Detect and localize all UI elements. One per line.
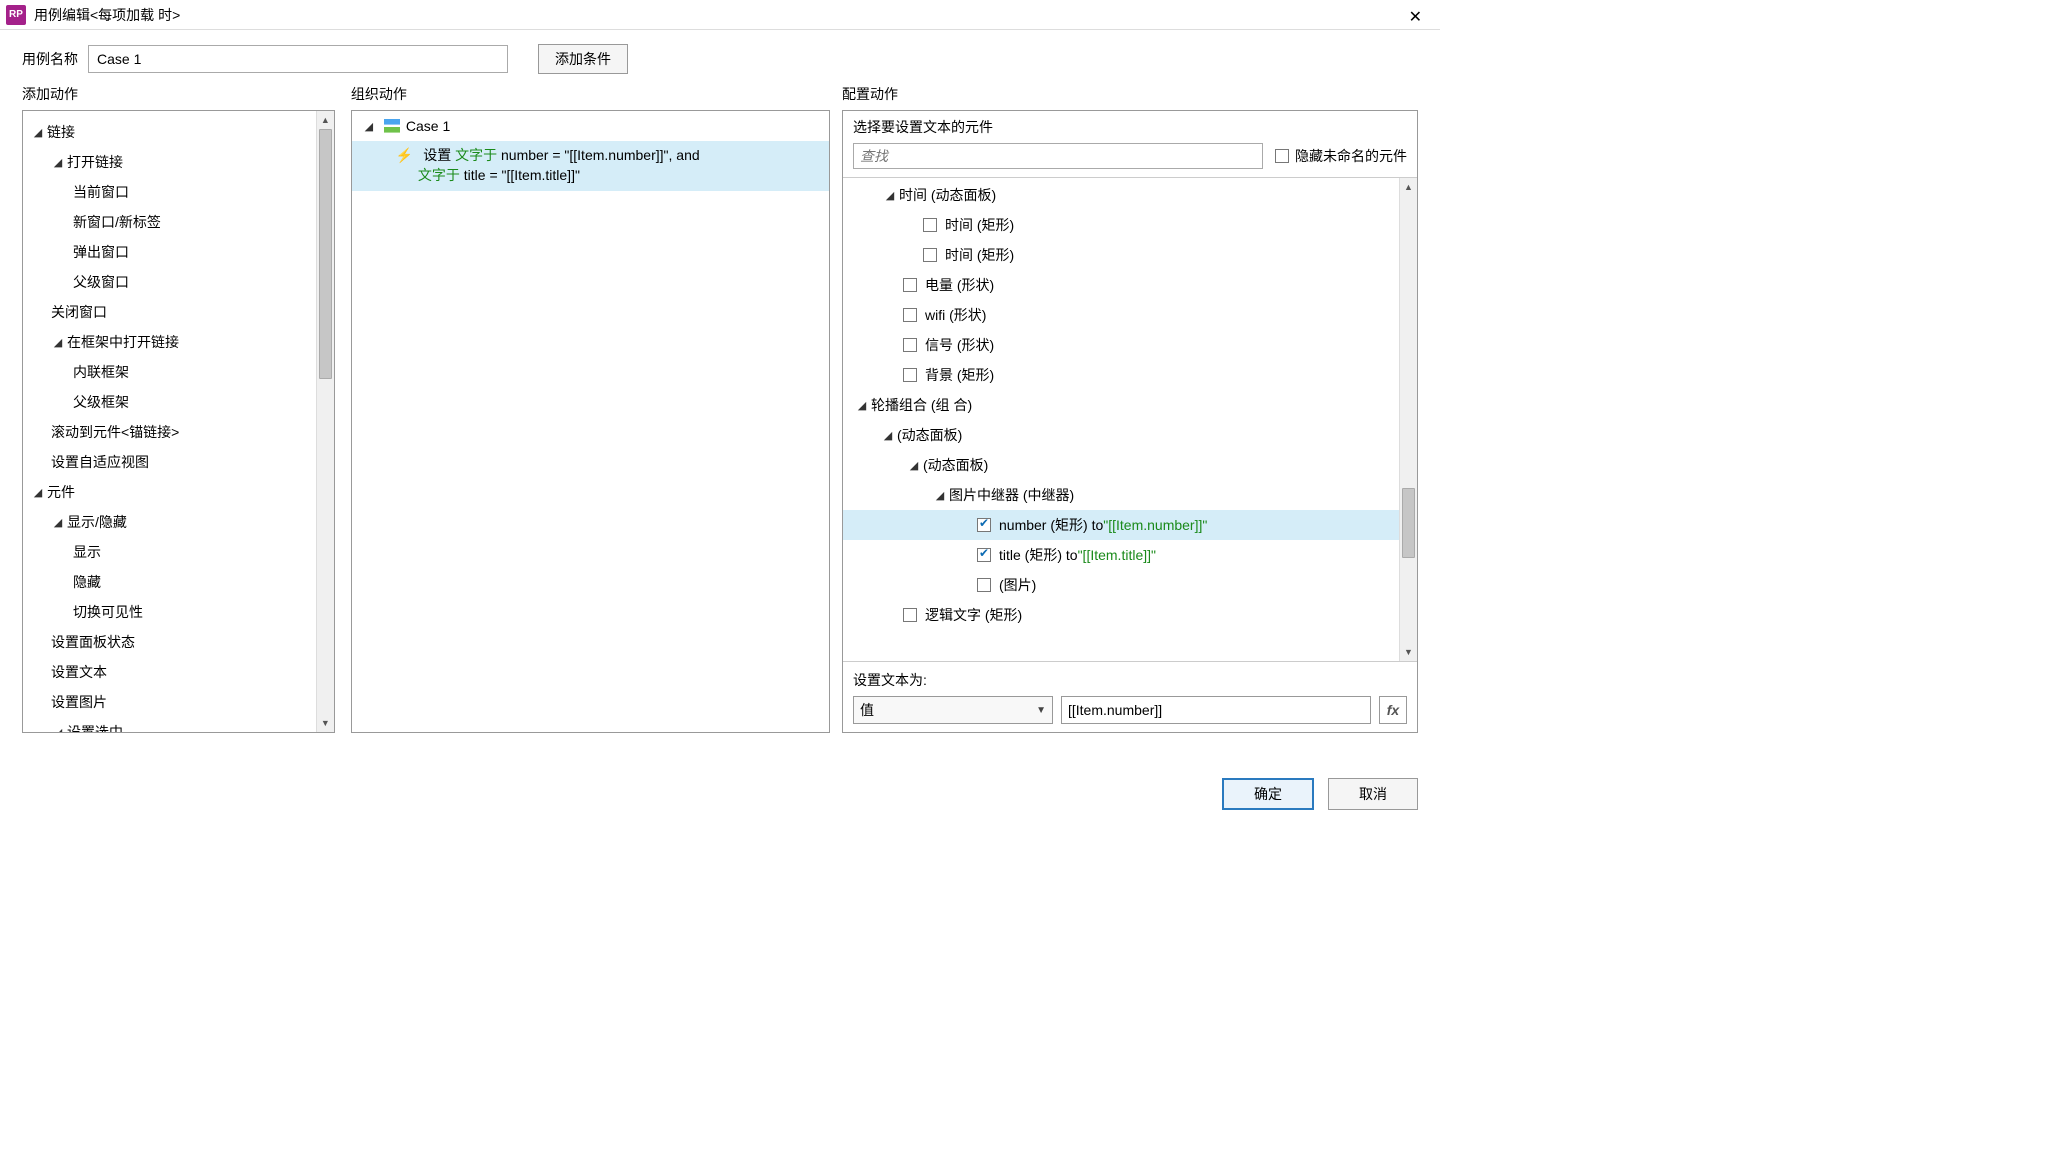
checkbox-icon[interactable] bbox=[977, 578, 991, 592]
checkbox-icon[interactable] bbox=[923, 248, 937, 262]
tree-item[interactable]: 滚动到元件<锚链接> bbox=[23, 417, 334, 447]
case-icon bbox=[384, 119, 400, 133]
fx-button[interactable]: fx bbox=[1379, 696, 1407, 724]
tree-item[interactable]: 时间 (矩形) bbox=[843, 210, 1417, 240]
checkbox-icon[interactable] bbox=[903, 278, 917, 292]
tree-item[interactable]: 图片中继器 (中继器) bbox=[843, 480, 1417, 510]
chevron-down-icon[interactable] bbox=[51, 156, 65, 169]
tree-item[interactable]: 电量 (形状) bbox=[843, 270, 1417, 300]
checkbox-icon[interactable] bbox=[1275, 149, 1289, 163]
cancel-button[interactable]: 取消 bbox=[1328, 778, 1418, 810]
chevron-down-icon[interactable] bbox=[51, 516, 65, 529]
tree-item[interactable]: 逻辑文字 (矩形) bbox=[843, 600, 1417, 630]
tree-item[interactable]: 新窗口/新标签 bbox=[23, 207, 334, 237]
action-item[interactable]: ⚡ 设置 文字于 number = "[[Item.number]]", and… bbox=[352, 141, 829, 191]
scroll-down-icon[interactable]: ▼ bbox=[317, 714, 334, 732]
organize-action-heading: 组织动作 bbox=[351, 84, 830, 104]
chevron-down-icon: ▼ bbox=[1036, 705, 1046, 716]
checkbox-icon[interactable] bbox=[903, 308, 917, 322]
ok-button[interactable]: 确定 bbox=[1222, 778, 1314, 810]
dialog-title: 用例编辑<每项加载 时> bbox=[34, 5, 180, 25]
tree-item[interactable]: 设置自适应视图 bbox=[23, 447, 334, 477]
case-label: Case 1 bbox=[406, 118, 450, 134]
tree-item[interactable]: 设置文本 bbox=[23, 657, 334, 687]
chevron-down-icon[interactable] bbox=[883, 189, 897, 202]
tree-item[interactable]: 背景 (矩形) bbox=[843, 360, 1417, 390]
case-name-input[interactable] bbox=[88, 45, 508, 73]
scroll-thumb[interactable] bbox=[319, 129, 332, 379]
tree-item[interactable]: 时间 (矩形) bbox=[843, 240, 1417, 270]
tree-item[interactable]: 关闭窗口 bbox=[23, 297, 334, 327]
tree-item[interactable]: 切换可见性 bbox=[23, 597, 334, 627]
bolt-icon: ⚡ bbox=[396, 147, 413, 163]
tree-item[interactable]: 时间 (动态面板) bbox=[843, 180, 1417, 210]
tree-item[interactable]: 当前窗口 bbox=[23, 177, 334, 207]
tree-item[interactable]: (动态面板) bbox=[843, 450, 1417, 480]
case-row[interactable]: Case 1 bbox=[352, 111, 829, 141]
tree-item[interactable]: 内联框架 bbox=[23, 357, 334, 387]
case-name-label: 用例名称 bbox=[22, 49, 78, 69]
tree-item[interactable]: (图片) bbox=[843, 570, 1417, 600]
checkbox-icon[interactable] bbox=[977, 548, 991, 562]
tree-item[interactable]: 设置面板状态 bbox=[23, 627, 334, 657]
checkbox-icon[interactable] bbox=[903, 338, 917, 352]
scroll-down-icon[interactable]: ▼ bbox=[1400, 643, 1417, 661]
expression-input[interactable] bbox=[1061, 696, 1371, 724]
search-input[interactable] bbox=[853, 143, 1263, 169]
tree-item[interactable]: 设置图片 bbox=[23, 687, 334, 717]
checkbox-icon[interactable] bbox=[903, 368, 917, 382]
tree-item[interactable]: 弹出窗口 bbox=[23, 237, 334, 267]
scrollbar[interactable]: ▲ ▼ bbox=[1399, 178, 1417, 661]
tree-item[interactable]: 父级框架 bbox=[23, 387, 334, 417]
hide-unnamed-checkbox[interactable]: 隐藏未命名的元件 bbox=[1275, 146, 1407, 166]
select-widget-label: 选择要设置文本的元件 bbox=[853, 117, 1407, 137]
tree-item-link[interactable]: 链接 bbox=[23, 117, 334, 147]
chevron-down-icon[interactable] bbox=[51, 726, 65, 734]
chevron-down-icon[interactable] bbox=[933, 489, 947, 502]
chevron-down-icon[interactable] bbox=[855, 399, 869, 412]
tree-item-open-in-frame[interactable]: 在框架中打开链接 bbox=[23, 327, 334, 357]
tree-item[interactable]: 显示 bbox=[23, 537, 334, 567]
tree-item-title[interactable]: title (矩形) to "[[Item.title]]" bbox=[843, 540, 1417, 570]
chevron-down-icon[interactable] bbox=[881, 429, 895, 442]
action-tree[interactable]: 链接 打开链接 当前窗口 新窗口/新标签 弹出窗口 父级窗口 关闭窗口 在框架中… bbox=[23, 111, 334, 733]
scroll-thumb[interactable] bbox=[1402, 488, 1415, 558]
tree-item[interactable]: 信号 (形状) bbox=[843, 330, 1417, 360]
chevron-down-icon[interactable] bbox=[362, 120, 376, 133]
close-icon[interactable]: ✕ bbox=[1401, 5, 1430, 29]
tree-item-set-selected[interactable]: 设置选中 bbox=[23, 717, 334, 733]
tree-item[interactable]: 隐藏 bbox=[23, 567, 334, 597]
checkbox-icon[interactable] bbox=[923, 218, 937, 232]
checkbox-icon[interactable] bbox=[977, 518, 991, 532]
checkbox-icon[interactable] bbox=[903, 608, 917, 622]
set-text-as-label: 设置文本为: bbox=[853, 670, 1407, 690]
scroll-up-icon[interactable]: ▲ bbox=[317, 111, 334, 129]
title-bar: RP 用例编辑<每项加载 时> ✕ bbox=[0, 0, 1440, 30]
chevron-down-icon[interactable] bbox=[31, 486, 45, 499]
add-condition-button[interactable]: 添加条件 bbox=[538, 44, 628, 74]
tree-item[interactable]: 父级窗口 bbox=[23, 267, 334, 297]
add-action-heading: 添加动作 bbox=[22, 84, 335, 104]
tree-item-number[interactable]: number (矩形) to "[[Item.number]]" bbox=[843, 510, 1417, 540]
scrollbar[interactable]: ▲ ▼ bbox=[316, 111, 334, 732]
value-type-dropdown[interactable]: 值 ▼ bbox=[853, 696, 1053, 724]
tree-item-open-link[interactable]: 打开链接 bbox=[23, 147, 334, 177]
tree-item-show-hide[interactable]: 显示/隐藏 bbox=[23, 507, 334, 537]
tree-item-widget[interactable]: 元件 bbox=[23, 477, 334, 507]
app-icon: RP bbox=[6, 5, 26, 25]
chevron-down-icon[interactable] bbox=[31, 126, 45, 139]
chevron-down-icon[interactable] bbox=[907, 459, 921, 472]
scroll-up-icon[interactable]: ▲ bbox=[1400, 178, 1417, 196]
tree-item[interactable]: 轮播组合 (组 合) bbox=[843, 390, 1417, 420]
widget-tree[interactable]: 时间 (动态面板) 时间 (矩形) 时间 (矩形) 电量 (形状) wifi (… bbox=[843, 177, 1417, 662]
configure-action-heading: 配置动作 bbox=[842, 84, 1418, 104]
tree-item[interactable]: (动态面板) bbox=[843, 420, 1417, 450]
chevron-down-icon[interactable] bbox=[51, 336, 65, 349]
tree-item[interactable]: wifi (形状) bbox=[843, 300, 1417, 330]
